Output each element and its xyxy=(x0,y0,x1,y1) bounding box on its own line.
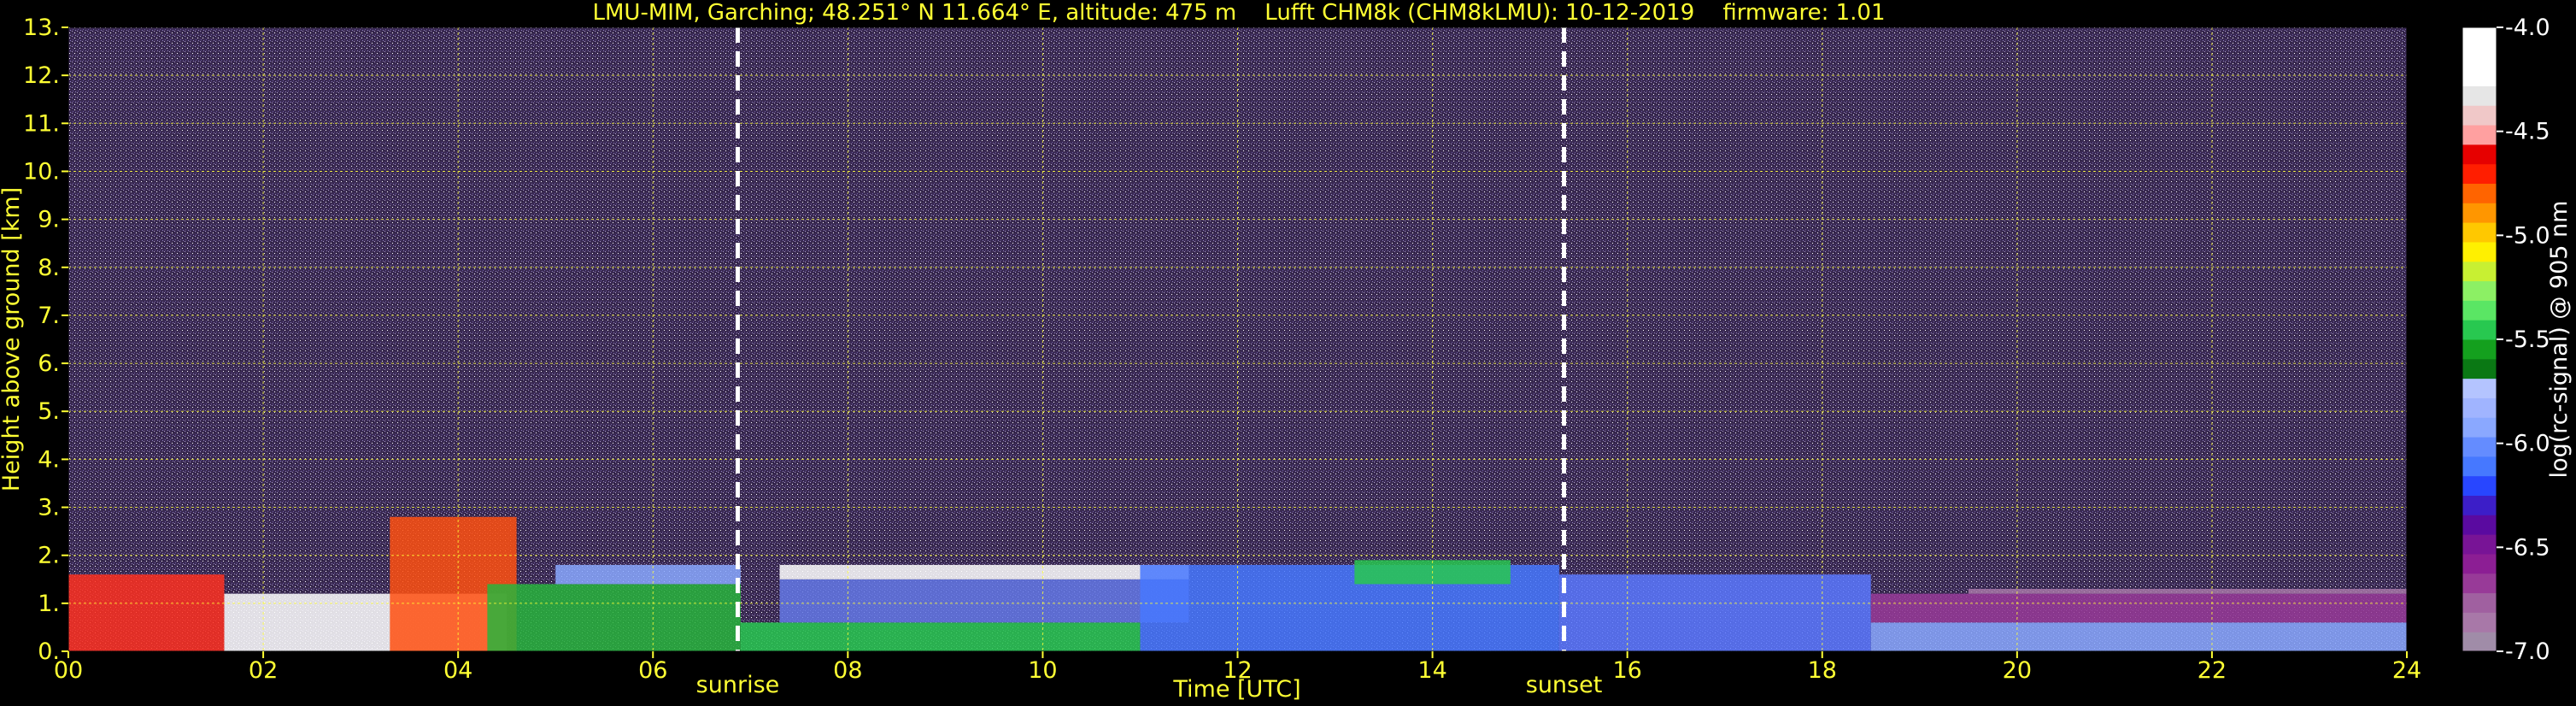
y-tick-label: 10. xyxy=(23,158,60,185)
signal-layer-4 xyxy=(555,564,741,585)
x-tick-label: 22 xyxy=(2198,657,2227,684)
y-tick-label: 9. xyxy=(38,207,60,233)
x-tick-label: 14 xyxy=(1417,657,1446,684)
y-tick-label: 0. xyxy=(38,638,60,665)
x-tick-label: 10 xyxy=(1028,657,1057,684)
colorbar-ticks: -7.0 -6.5 -6.0 -5.5 -5.0 -4.5 -4.0 xyxy=(2497,15,2550,665)
signal-layer-7 xyxy=(779,564,1189,580)
colorbar-tick-label: -5.0 xyxy=(2505,222,2550,249)
colorbar-segment xyxy=(2462,85,2497,106)
colorbar-segment xyxy=(2462,144,2497,165)
colorbar xyxy=(2462,27,2497,652)
chart-title: LMU-MIM, Garching; 48.251° N 11.664° E, … xyxy=(593,0,1886,26)
y-axis-ticks: 0. 1. 2. 3. 4. 5. 6. 7. 8. 9. 10. 11. 12. 13. xyxy=(23,15,68,665)
colorbar-segment xyxy=(2462,358,2497,379)
y-tick-label: 3. xyxy=(38,495,60,521)
colorbar-segment xyxy=(2462,203,2497,223)
x-tick-label: 06 xyxy=(638,657,667,684)
x-tick-label: 02 xyxy=(249,657,278,684)
y-tick-label: 11. xyxy=(23,110,60,137)
y-tick-label: 8. xyxy=(38,255,60,281)
y-tick-label: 4. xyxy=(38,446,60,473)
colorbar-tick-label: -6.0 xyxy=(2505,431,2550,457)
colorbar-segment xyxy=(2462,612,2497,632)
colorbar-segment xyxy=(2462,66,2497,86)
x-tick-label: 04 xyxy=(443,657,472,684)
colorbar-tick-label: -6.5 xyxy=(2505,534,2550,561)
x-tick-label: 20 xyxy=(2003,657,2032,684)
signal-layer-5 xyxy=(740,622,1141,651)
colorbar-tick-label: -7.0 xyxy=(2505,638,2550,665)
colorbar-segment xyxy=(2462,241,2497,262)
colorbar-segment xyxy=(2462,125,2497,145)
colorbar-segment xyxy=(2462,46,2497,68)
colorbar-segment xyxy=(2462,475,2497,496)
colorbar-segment xyxy=(2462,592,2497,613)
colorbar-segment xyxy=(2462,437,2497,457)
x-tick-label: 18 xyxy=(1808,657,1837,684)
colorbar-segment xyxy=(2462,300,2497,321)
colorbar-segment xyxy=(2462,456,2497,477)
colorbar-segment xyxy=(2462,320,2497,340)
x-tick-label: 16 xyxy=(1612,657,1641,684)
colorbar-segment xyxy=(2462,222,2497,243)
colorbar-segment xyxy=(2462,515,2497,535)
y-axis-label: Height above ground [km] xyxy=(0,187,25,491)
signal-layer-13 xyxy=(1968,589,2407,594)
x-axis-label: Time [UTC] xyxy=(1172,676,1300,703)
colorbar-segment xyxy=(2462,397,2497,418)
y-tick-label: 12. xyxy=(23,62,60,89)
colorbar-label: log(rc-signal) @ 905 nm xyxy=(2546,201,2573,479)
colorbar-tick-label: -5.5 xyxy=(2505,327,2550,353)
signal-layer-3 xyxy=(487,584,741,651)
colorbar-segment xyxy=(2462,378,2497,398)
colorbar-tick-label: -4.5 xyxy=(2505,119,2550,145)
colorbar-segment xyxy=(2462,339,2497,360)
colorbar-tick-label: -4.0 xyxy=(2505,15,2550,41)
y-tick-label: 1. xyxy=(38,591,60,617)
colorbar-segment xyxy=(2462,27,2497,48)
colorbar-segment xyxy=(2462,417,2497,438)
colorbar-segment xyxy=(2462,280,2497,301)
signal-layer-10 xyxy=(1558,574,1871,651)
y-tick-label: 7. xyxy=(38,303,60,329)
colorbar-segment xyxy=(2462,495,2497,515)
x-tick-label: 08 xyxy=(833,657,862,684)
signal-layer-0 xyxy=(68,574,225,651)
y-tick-label: 2. xyxy=(38,543,60,569)
colorbar-segment xyxy=(2462,163,2497,184)
y-tick-label: 13. xyxy=(23,15,60,41)
colorbar-segment xyxy=(2462,183,2497,203)
x-tick-label: 24 xyxy=(2392,657,2421,684)
signal-layer-11 xyxy=(1870,622,2407,651)
colorbar-segment xyxy=(2462,553,2497,574)
sunset-label: sunset xyxy=(1526,672,1603,698)
sunrise-label: sunrise xyxy=(696,672,780,698)
colorbar-segment xyxy=(2462,534,2497,555)
signal-layer-6 xyxy=(779,579,1189,623)
colorbar-segment xyxy=(2462,573,2497,594)
y-tick-label: 5. xyxy=(38,398,60,425)
colorbar-segment xyxy=(2462,632,2497,652)
signal-layer-12 xyxy=(1870,593,2407,623)
colorbar-segment xyxy=(2462,261,2497,282)
y-tick-label: 6. xyxy=(38,350,60,377)
ceilometer-chart: sunrise sunset 00 02 04 06 08 10 12 14 16 18 20 22 24… xyxy=(0,0,2573,703)
colorbar-segment xyxy=(2462,105,2497,126)
